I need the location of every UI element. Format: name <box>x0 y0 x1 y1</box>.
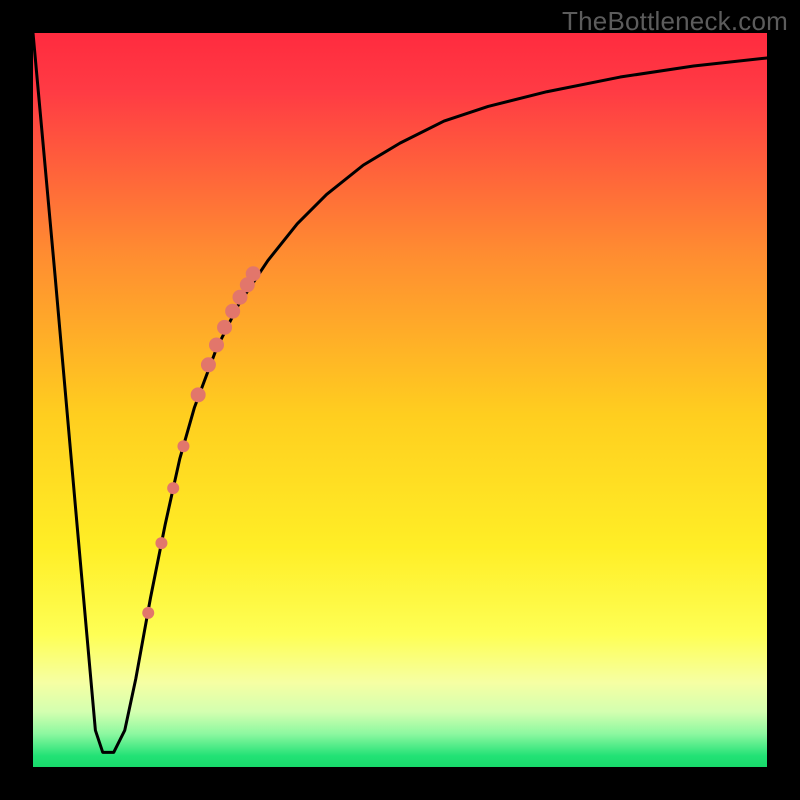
watermark-text: TheBottleneck.com <box>562 6 788 37</box>
data-point <box>177 440 189 452</box>
data-point <box>142 607 154 619</box>
data-point <box>191 387 206 402</box>
data-point <box>246 266 261 281</box>
data-point <box>155 537 167 549</box>
plot-area <box>33 33 767 767</box>
data-point <box>225 304 240 319</box>
data-point <box>209 337 224 352</box>
data-point <box>201 357 216 372</box>
chart-frame: TheBottleneck.com <box>0 0 800 800</box>
data-point <box>232 290 247 305</box>
data-point <box>217 320 232 335</box>
plot-svg <box>33 33 767 767</box>
data-point <box>167 482 179 494</box>
